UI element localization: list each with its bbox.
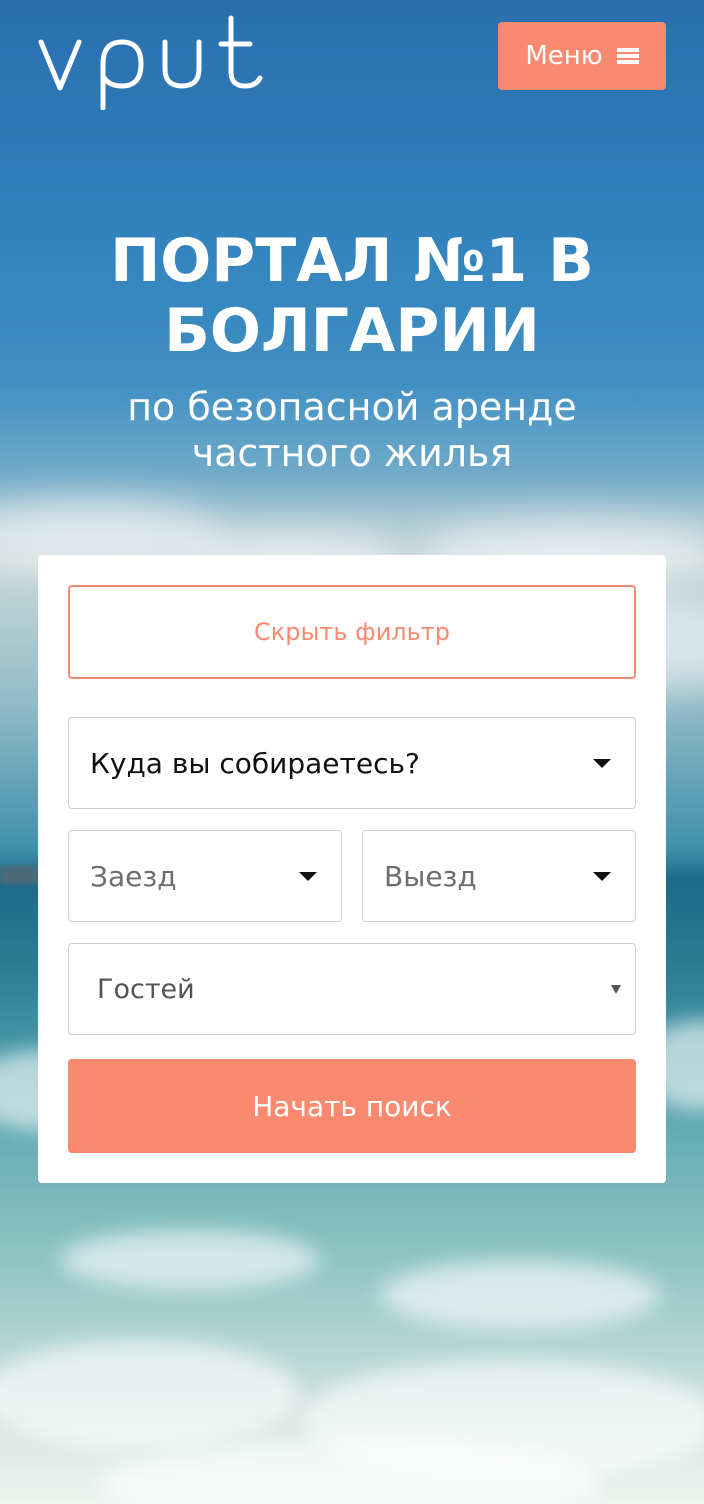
- destination-select[interactable]: Куда вы собираетесь?: [68, 717, 636, 809]
- start-search-button[interactable]: Начать поиск: [68, 1059, 636, 1153]
- vput-logo[interactable]: [38, 14, 268, 111]
- hero-title: ПОРТАЛ №1 В БОЛГАРИИ: [110, 226, 594, 366]
- hide-filter-button[interactable]: Скрыть фильтр: [68, 585, 636, 679]
- caret-down-icon: [593, 758, 611, 768]
- caret-down-icon: [299, 871, 317, 881]
- checkin-placeholder: Заезд: [90, 859, 177, 893]
- menu-button[interactable]: Меню: [498, 22, 666, 90]
- menu-label: Меню: [525, 41, 603, 71]
- select-arrow-icon: [611, 984, 621, 994]
- guests-select[interactable]: Гостей: [68, 943, 636, 1035]
- hero-subtitle: по безопасной аренде частного жилья: [127, 385, 577, 475]
- checkout-date-field[interactable]: Выезд: [362, 830, 636, 922]
- guests-placeholder: Гостей: [97, 973, 195, 1005]
- caret-down-icon: [593, 871, 611, 881]
- checkin-date-field[interactable]: Заезд: [68, 830, 342, 922]
- destination-placeholder: Куда вы собираетесь?: [90, 746, 420, 780]
- checkout-placeholder: Выезд: [384, 859, 477, 893]
- hamburger-icon: [616, 48, 639, 64]
- search-filter-card: Скрыть фильтр Куда вы собираетесь? Заезд…: [38, 555, 666, 1183]
